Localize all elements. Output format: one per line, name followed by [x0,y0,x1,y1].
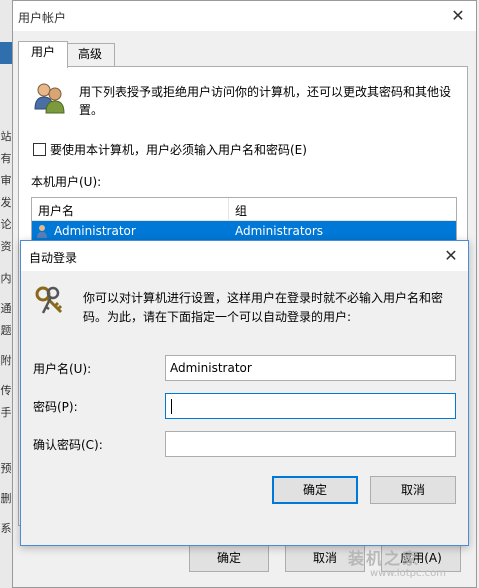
require-password-label[interactable]: 要使用本计算机，用户必须输入用户名和密码(E) [50,141,307,158]
column-divider [228,198,229,220]
user-group-cell: Administrators [235,224,324,238]
window-titlebar: 用户帐户 ✕ [13,1,476,31]
users-icon [31,81,67,115]
require-password-checkbox[interactable] [33,143,46,156]
watermark-url: www.lotpc.com [370,568,446,579]
ok-button[interactable]: 确定 [189,544,269,572]
background-text: 资 [0,240,12,253]
column-header-group[interactable]: 组 [235,202,247,219]
close-icon[interactable]: ✕ [445,5,471,27]
column-header-username[interactable]: 用户名 [38,202,74,219]
background-text: 通 [0,302,12,315]
background-text: 手 [0,406,12,419]
background-text: 论 [0,218,12,231]
background-text: 附 [0,354,12,367]
background-text: 内 [0,272,12,285]
background-header-bar [0,42,12,64]
confirm-password-field[interactable] [165,431,456,457]
dialog-description: 你可以对计算机进行设置，这样用户在登录时就不必输入用户名和密码。为此，请在下面指… [83,291,444,324]
user-name-cell: Administrator [54,224,136,238]
auto-logon-dialog: 自动登录 ✕ 你可以对计算机进行设置，这样用户在登录时就不必输入用户名和密码。为… [20,240,469,546]
background-text: 发 [0,196,12,209]
local-users-label: 本机用户(U): [31,175,102,189]
list-header: 用户名 组 [32,198,456,221]
dialog-ok-button[interactable]: 确定 [272,476,358,504]
background-text: 系 [0,522,12,535]
keys-icon [33,285,67,319]
username-field[interactable]: Administrator [165,355,456,381]
text-caret [171,399,172,414]
background-text: 传 [0,384,12,397]
user-icon [35,224,50,239]
username-label: 用户名(U): [33,362,92,376]
window-title: 用户帐户 [18,11,67,25]
users-description: 用下列表授予或拒绝用户访问你的计算机，还可以更改其密码和其他设置。 [79,85,452,117]
tab-advanced[interactable]: 高级 [65,43,115,66]
dialog-title: 自动登录 [29,251,78,265]
background-text: 删 [0,492,12,505]
tab-users[interactable]: 用户 [18,41,68,68]
background-text: 有 [0,152,12,165]
dialog-titlebar: 自动登录 ✕ [21,241,468,271]
dialog-cancel-button[interactable]: 取消 [370,476,456,504]
background-text: 题 [0,324,12,337]
background-text: 站 [0,130,12,143]
password-label: 密码(P): [33,400,78,414]
watermark-text: 装机之家 [348,549,421,568]
background-text: 审 [0,174,12,187]
password-field[interactable] [165,393,456,419]
close-icon[interactable]: ✕ [439,245,463,267]
background-text: 预 [0,462,12,475]
confirm-password-label: 确认密码(C): [33,438,103,452]
dialog-body: 你可以对计算机进行设置，这样用户在登录时就不必输入用户名和密码。为此，请在下面指… [21,271,468,545]
